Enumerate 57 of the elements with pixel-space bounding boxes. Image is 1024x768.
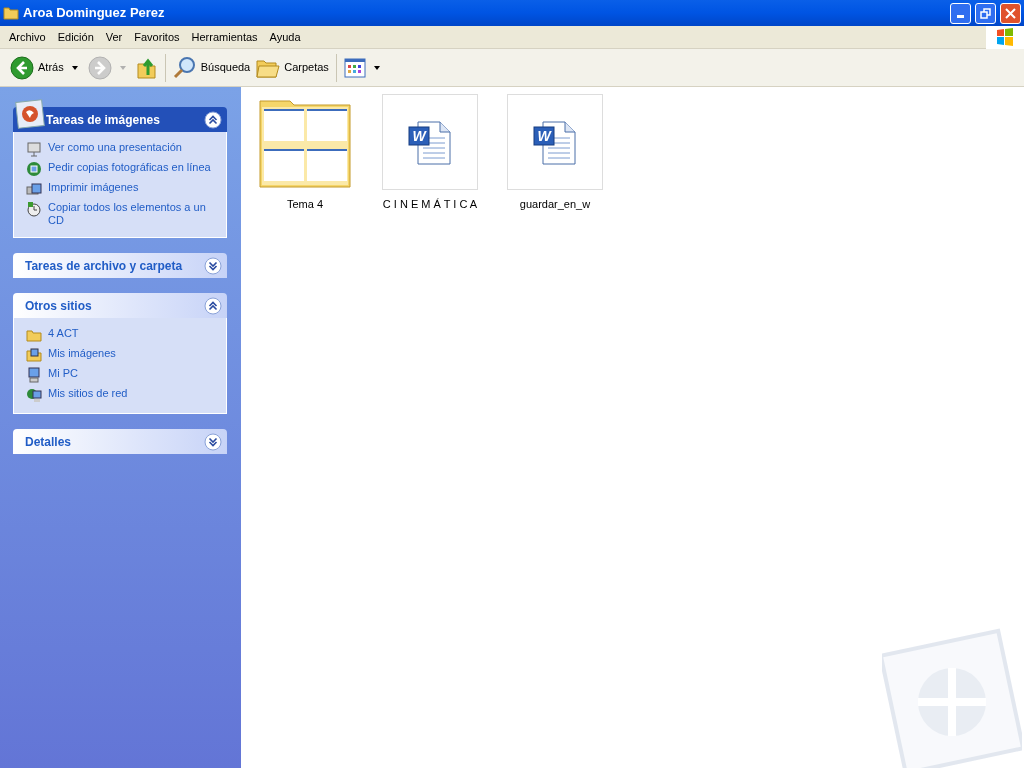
computer-icon <box>26 367 42 383</box>
file-name: guardar_en_w <box>519 197 591 212</box>
task-link[interactable]: Mis sitios de red <box>48 387 128 400</box>
task-link[interactable]: Copiar todos los elementos a un CD <box>48 201 214 227</box>
expand-icon[interactable] <box>204 256 222 275</box>
menu-item[interactable]: Herramientas <box>185 28 264 46</box>
caret-icon[interactable] <box>373 65 380 70</box>
file-item[interactable]: W guardar_en_w <box>507 94 603 213</box>
windows-flag-icon <box>996 28 1014 46</box>
toolbar-label: Carpetas <box>284 60 329 76</box>
menu-item[interactable]: Ayuda <box>263 28 307 46</box>
cd-icon <box>26 201 42 217</box>
panel-title: Detalles <box>25 433 72 451</box>
task-link[interactable]: Ver como una presentación <box>48 141 182 154</box>
file-name: Tema 4 <box>286 197 324 212</box>
task-link[interactable]: Imprimir imágenes <box>48 181 139 194</box>
file-item[interactable]: W C I N E M Á T I C A <box>382 94 478 213</box>
network-icon <box>26 387 42 403</box>
views-icon <box>343 57 366 78</box>
panel-title: Otros sitios <box>25 297 92 315</box>
menu-item[interactable]: Edición <box>51 28 100 46</box>
menu-item[interactable]: Favoritos <box>128 28 186 46</box>
printer-icon <box>26 181 42 197</box>
expand-icon[interactable] <box>204 432 222 451</box>
task-link[interactable]: Mis imágenes <box>48 347 116 360</box>
minimize-button[interactable] <box>950 2 971 24</box>
slideshow-icon <box>26 141 42 157</box>
collapse-icon[interactable] <box>204 110 222 129</box>
panel-title: Tareas de imágenes <box>46 111 160 129</box>
window-title: Aroa Dominguez Perez <box>23 4 166 23</box>
close-button[interactable] <box>1000 2 1021 24</box>
file-name: C I N E M Á T I C A <box>382 197 478 212</box>
menu-item[interactable]: Archivo <box>3 28 52 46</box>
restore-button[interactable] <box>975 2 996 24</box>
toolbar-label: Atrás <box>38 60 64 76</box>
restore-icon <box>980 7 991 19</box>
pictures-folder-icon <box>26 347 42 363</box>
task-link[interactable]: Mi PC <box>48 367 78 380</box>
folder-icon <box>26 327 42 343</box>
folder-icon <box>3 6 19 20</box>
caret-icon[interactable] <box>71 65 78 70</box>
toolbar-button[interactable]: Atrás <box>8 52 84 83</box>
toolbar-button[interactable]: Carpetas <box>254 52 331 83</box>
close-icon <box>1005 7 1016 19</box>
toolbar-button[interactable]: Búsqueda <box>170 52 253 83</box>
file-item[interactable]: Tema 4 <box>257 94 353 213</box>
menu-item[interactable]: Ver <box>99 28 129 46</box>
panel-title: Tareas de archivo y carpeta <box>25 257 183 275</box>
search-icon <box>172 55 197 80</box>
task-link[interactable]: Pedir copias fotográficas en línea <box>48 161 211 174</box>
toolbar-label: Búsqueda <box>200 60 251 76</box>
panel-header[interactable]: Tareas de archivo y carpeta <box>13 253 227 278</box>
panel-header[interactable]: Detalles <box>13 429 227 454</box>
task-link[interactable]: 4 ACT <box>48 327 79 340</box>
globe-icon <box>26 161 42 177</box>
panel-header[interactable]: Otros sitios <box>13 293 227 318</box>
collapse-icon[interactable] <box>204 296 222 315</box>
